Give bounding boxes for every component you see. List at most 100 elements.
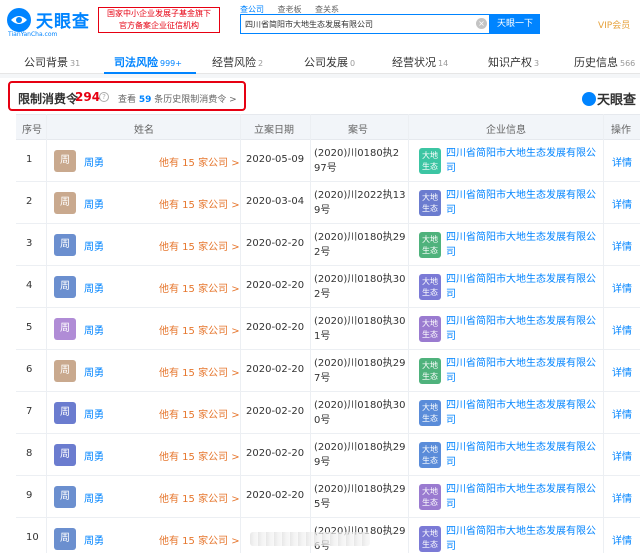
section-logo-text: 天眼查: [597, 93, 637, 108]
person-name-link[interactable]: 周勇: [84, 238, 104, 253]
row-number: 3: [26, 238, 33, 249]
company-name-link[interactable]: 四川省简阳市大地生态发展有限公司: [446, 314, 596, 344]
company-logo-tag: 大地生态: [419, 148, 441, 174]
company-name-link[interactable]: 四川省简阳市大地生态发展有限公司: [446, 230, 596, 260]
companies-count-link[interactable]: 他有 15 家公司 >: [159, 196, 240, 211]
column-divider: [46, 114, 47, 553]
company-logo-tag: 大地生态: [419, 316, 441, 342]
tab-label: 经营状况: [392, 56, 436, 69]
avatar[interactable]: 周: [54, 276, 76, 298]
history-prefix: 查看: [118, 95, 137, 105]
filing-date: 2020-02-20: [246, 322, 305, 333]
history-suffix: 条历史限制消费令 >: [154, 95, 237, 105]
company-name-link[interactable]: 四川省简阳市大地生态发展有限公司: [446, 440, 596, 470]
company-name-link[interactable]: 四川省简阳市大地生态发展有限公司: [446, 188, 596, 218]
vip-link[interactable]: VIP会员: [598, 18, 630, 31]
avatar[interactable]: 周: [54, 486, 76, 508]
company-logo-tag: 大地生态: [419, 274, 441, 300]
table-header: 序号 姓名 立案日期 案号 企业信息 操作: [16, 114, 640, 140]
tab-count: 566: [620, 59, 636, 68]
history-restriction-link[interactable]: 查看 59 条历史限制消费令 >: [118, 92, 237, 105]
detail-link[interactable]: 详情: [612, 490, 632, 505]
case-number: (2020)川0180执2 97号: [314, 148, 400, 174]
header-date: 立案日期: [254, 125, 294, 136]
companies-count-link[interactable]: 他有 15 家公司 >: [159, 490, 240, 505]
clear-search-icon[interactable]: ×: [476, 18, 487, 29]
companies-count-link[interactable]: 他有 15 家公司 >: [159, 322, 240, 337]
tab-company-development[interactable]: 公司发展 0: [304, 54, 355, 70]
case-number: (2020)川0180执297号: [314, 358, 406, 384]
companies-count-link[interactable]: 他有 15 家公司 >: [159, 154, 240, 169]
row-number: 10: [26, 532, 39, 543]
company-name-link[interactable]: 四川省简阳市大地生态发展有限公司: [446, 482, 596, 512]
avatar[interactable]: 周: [54, 234, 76, 256]
header-no: 序号: [22, 125, 42, 136]
row-number: 1: [26, 154, 33, 165]
detail-link[interactable]: 详情: [612, 238, 632, 253]
section-brand-logo: 天眼查: [582, 89, 636, 108]
person-name-link[interactable]: 周勇: [84, 490, 104, 505]
detail-link[interactable]: 详情: [612, 154, 632, 169]
filing-date: 2020-02-20: [246, 406, 305, 417]
company-name-link[interactable]: 四川省简阳市大地生态发展有限公司: [446, 524, 596, 553]
tab-label: 司法风险: [114, 56, 158, 69]
person-name-link[interactable]: 周勇: [84, 406, 104, 421]
case-number: (2020)川2022执139号: [314, 190, 406, 216]
tab-label: 历史信息: [574, 56, 618, 69]
company-logo-tag: 大地生态: [419, 358, 441, 384]
detail-link[interactable]: 详情: [612, 406, 632, 421]
tab-company-background[interactable]: 公司背景 31: [24, 54, 80, 70]
avatar[interactable]: 周: [54, 150, 76, 172]
tab-count: 3: [534, 59, 540, 68]
tab-judicial-risk[interactable]: 司法风险 999+: [114, 54, 182, 70]
help-icon[interactable]: ?: [99, 92, 109, 102]
company-name-link[interactable]: 四川省简阳市大地生态发展有限公司: [446, 146, 596, 176]
detail-link[interactable]: 详情: [612, 322, 632, 337]
slogan-line-2: 官方备案企业征信机构: [119, 21, 199, 30]
tab-label: 公司背景: [24, 56, 68, 69]
search-button[interactable]: 天眼一下: [490, 14, 540, 34]
person-name-link[interactable]: 周勇: [84, 364, 104, 379]
tianyancha-logo[interactable]: 天眼查 TianYanCha.com: [6, 5, 92, 41]
person-name-link[interactable]: 周勇: [84, 154, 104, 169]
avatar[interactable]: 周: [54, 318, 76, 340]
companies-count-link[interactable]: 他有 15 家公司 >: [159, 364, 240, 379]
avatar[interactable]: 周: [54, 528, 76, 550]
companies-count-link[interactable]: 他有 15 家公司 >: [159, 280, 240, 295]
company-name-link[interactable]: 四川省简阳市大地生态发展有限公司: [446, 356, 596, 386]
company-name-link[interactable]: 四川省简阳市大地生态发展有限公司: [446, 272, 596, 302]
avatar[interactable]: 周: [54, 192, 76, 214]
person-name-link[interactable]: 周勇: [84, 196, 104, 211]
tab-operating-status[interactable]: 经营状况 14: [392, 54, 448, 70]
companies-count-link[interactable]: 他有 15 家公司 >: [159, 448, 240, 463]
row-number: 9: [26, 490, 33, 501]
person-name-link[interactable]: 周勇: [84, 532, 104, 547]
row-number: 2: [26, 196, 33, 207]
detail-link[interactable]: 详情: [612, 280, 632, 295]
top-header: 天眼查 TianYanCha.com 国家中小企业发展子基金旗下 官方备案企业征…: [0, 0, 640, 46]
avatar[interactable]: 周: [54, 444, 76, 466]
detail-link[interactable]: 详情: [612, 448, 632, 463]
search-input[interactable]: 四川省简阳市大地生态发展有限公司: [240, 14, 490, 34]
companies-count-link[interactable]: 他有 15 家公司 >: [159, 238, 240, 253]
avatar[interactable]: 周: [54, 402, 76, 424]
row-number: 5: [26, 322, 33, 333]
detail-link[interactable]: 详情: [612, 196, 632, 211]
tab-operating-risk[interactable]: 经营风险 2: [212, 54, 263, 70]
filing-date: 2020-02-20: [246, 364, 305, 375]
case-number: (2020)川0180执292号: [314, 232, 406, 258]
detail-link[interactable]: 详情: [612, 532, 632, 547]
avatar[interactable]: 周: [54, 360, 76, 382]
detail-link[interactable]: 详情: [612, 364, 632, 379]
company-name-link[interactable]: 四川省简阳市大地生态发展有限公司: [446, 398, 596, 428]
companies-count-link[interactable]: 他有 15 家公司 >: [159, 532, 240, 547]
table-row: 4 周周勇 他有 15 家公司 > 2020-02-20 (2020)川0180执302…: [16, 266, 640, 308]
tab-history-info[interactable]: 历史信息 566: [574, 54, 635, 70]
person-name-link[interactable]: 周勇: [84, 280, 104, 295]
row-number: 8: [26, 448, 33, 459]
person-name-link[interactable]: 周勇: [84, 448, 104, 463]
tab-intellectual-property[interactable]: 知识产权 3: [488, 54, 539, 70]
section-divider: [0, 74, 640, 78]
companies-count-link[interactable]: 他有 15 家公司 >: [159, 406, 240, 421]
person-name-link[interactable]: 周勇: [84, 322, 104, 337]
